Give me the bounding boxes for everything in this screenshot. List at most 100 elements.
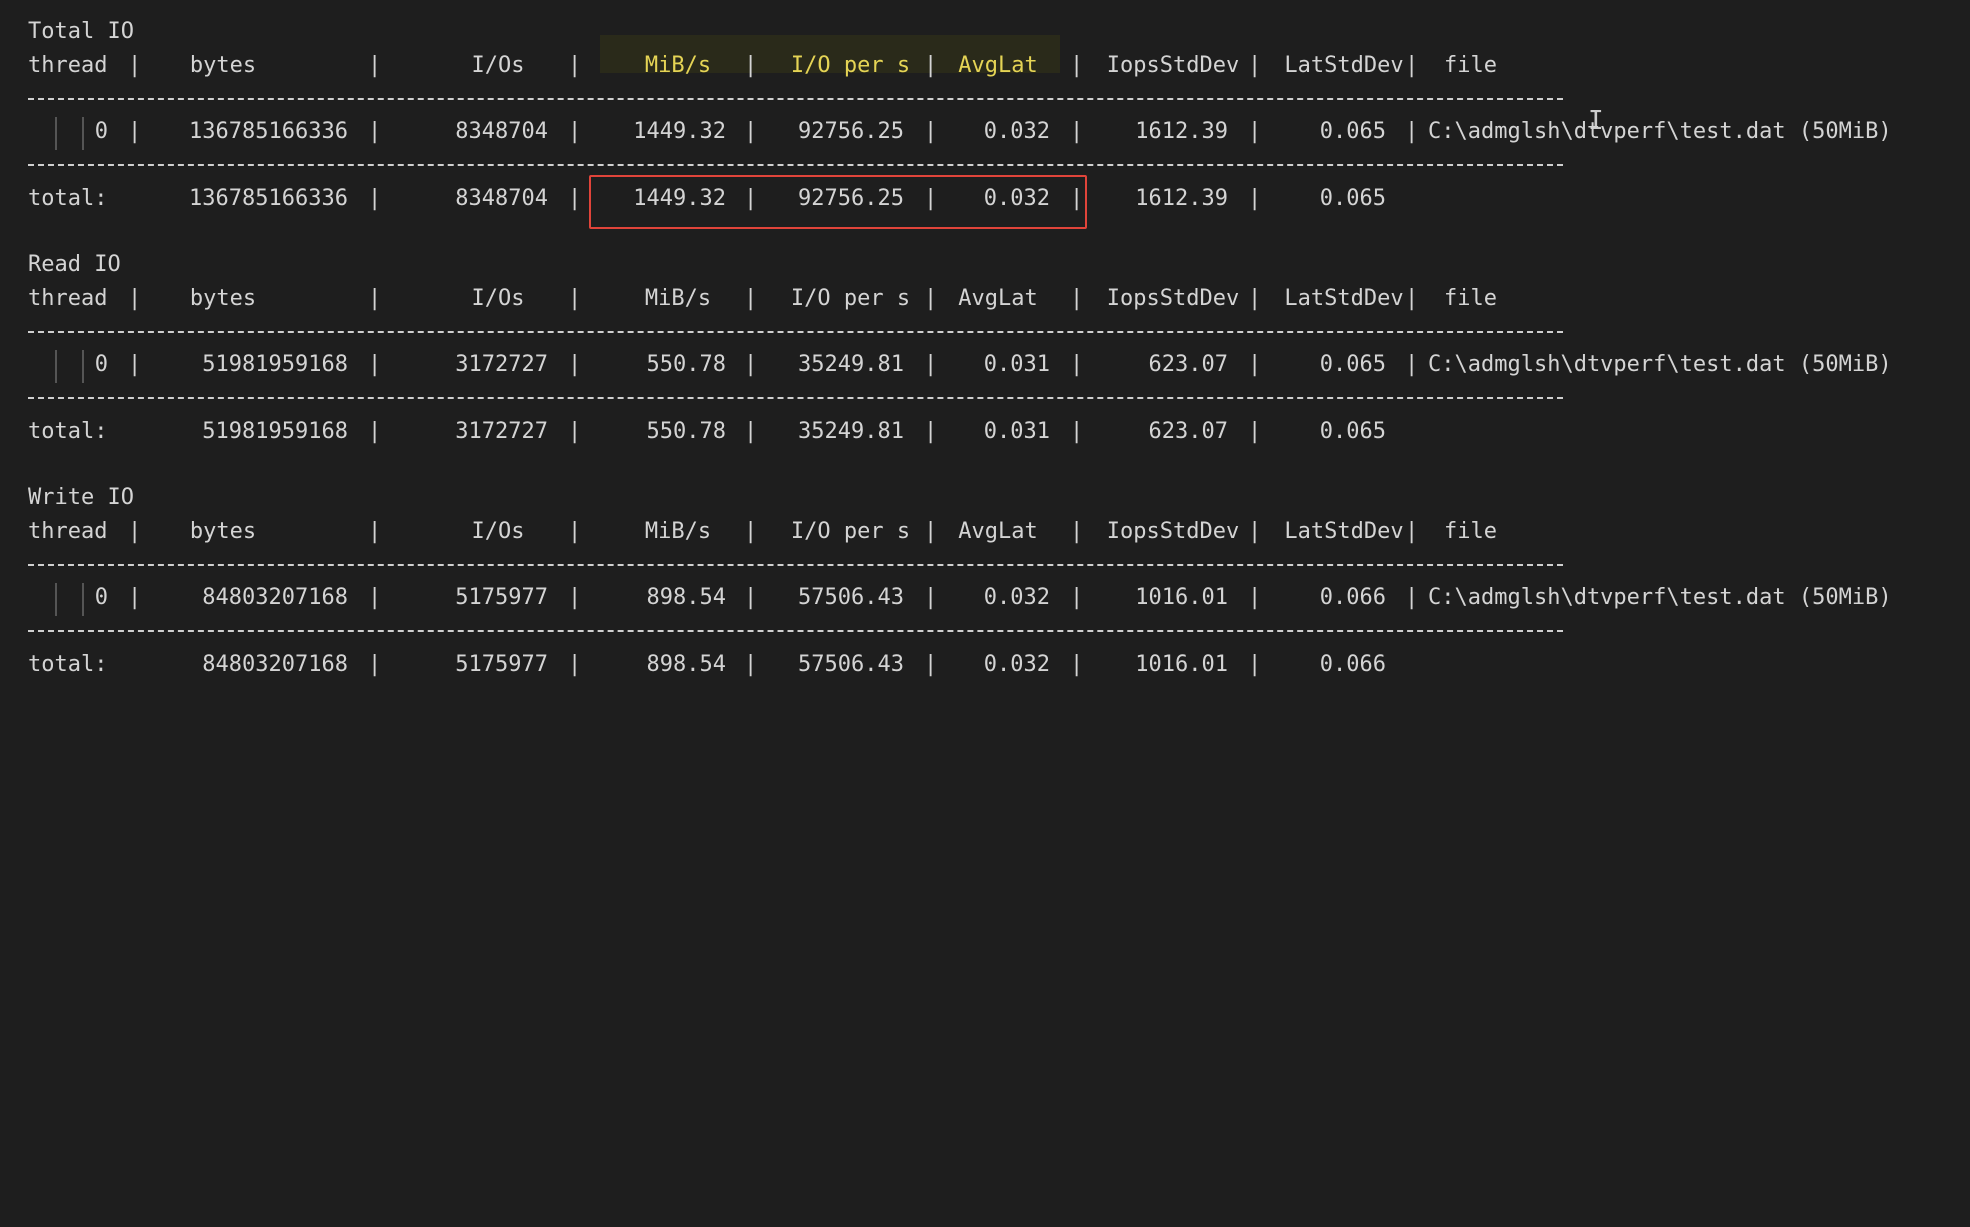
cell-iops: 35249.81 [798, 352, 904, 377]
column-separator: | [128, 53, 142, 78]
total-avglat: 0.032 [983, 186, 1050, 211]
table-header-row: thread | bytes | I/Os | MiB/s | I/O per … [28, 49, 1497, 83]
column-separator: | [924, 519, 938, 544]
header-iopsstddev: IopsStdDev [1106, 286, 1240, 311]
total-iopsstddev: 1612.39 [1135, 186, 1228, 211]
column-separator: | [924, 352, 938, 377]
total-iops: 35249.81 [798, 419, 904, 444]
header-latstddev: LatStdDev [1284, 286, 1404, 311]
cell-iops: 92756.25 [798, 119, 904, 144]
header-iopsstddev: IopsStdDev [1106, 53, 1240, 78]
column-separator: | [1070, 119, 1084, 144]
header-iopsstddev: IopsStdDev [1106, 519, 1240, 544]
column-separator: | [744, 419, 758, 444]
column-separator: | [1405, 286, 1419, 311]
column-separator: | [568, 652, 582, 677]
total-label: total: [28, 186, 108, 211]
column-separator: | [568, 286, 582, 311]
table-header-row: thread | bytes | I/Os | MiB/s | I/O per … [28, 282, 1497, 316]
header-mibs: MiB/s [644, 519, 712, 544]
column-separator: | [1248, 652, 1262, 677]
cell-avglat: 0.032 [983, 119, 1050, 144]
column-separator: | [1248, 53, 1262, 78]
column-separator: | [1405, 585, 1419, 610]
header-avglat: AvgLat [958, 53, 1038, 78]
section-title: Write IO [28, 485, 134, 510]
column-separator: | [924, 186, 938, 211]
column-separator: | [128, 519, 142, 544]
cell-thread: 0 [94, 585, 108, 610]
column-separator: | [1070, 186, 1084, 211]
total-latstddev: 0.066 [1319, 652, 1386, 677]
column-separator: | [744, 53, 758, 78]
column-separator: | [368, 352, 382, 377]
column-separator: | [568, 186, 582, 211]
total-latstddev: 0.065 [1319, 419, 1386, 444]
column-separator: | [744, 652, 758, 677]
separator-line [28, 331, 1563, 333]
header-latstddev: LatStdDev [1284, 519, 1404, 544]
cell-ios: 8348704 [455, 119, 548, 144]
column-separator: | [1248, 419, 1262, 444]
column-separator: | [924, 119, 938, 144]
column-separator: | [1070, 519, 1084, 544]
total-mibs: 1449.32 [633, 186, 726, 211]
cell-bytes: 84803207168 [202, 585, 348, 610]
total-bytes: 136785166336 [189, 186, 348, 211]
column-separator: | [1070, 652, 1084, 677]
table-row: 0 | 84803207168 | 5175977 | 898.54 | 575… [28, 581, 1892, 615]
header-thread: thread [28, 53, 108, 78]
header-file: file [1444, 286, 1497, 311]
total-ios: 5175977 [455, 652, 548, 677]
column-separator: | [1248, 186, 1262, 211]
total-row: total: 84803207168 | 5175977 | 898.54 | … [28, 648, 1386, 682]
column-separator: | [128, 119, 142, 144]
column-separator: | [924, 419, 938, 444]
column-separator: | [1070, 585, 1084, 610]
column-separator: | [368, 585, 382, 610]
total-row: total: 51981959168 | 3172727 | 550.78 | … [28, 415, 1386, 449]
column-separator: | [568, 585, 582, 610]
column-separator: | [924, 652, 938, 677]
column-separator: | [568, 519, 582, 544]
header-file: file [1444, 53, 1497, 78]
column-separator: | [744, 585, 758, 610]
separator-line [28, 630, 1563, 632]
column-separator: | [744, 286, 758, 311]
column-separator: | [128, 286, 142, 311]
cell-latstddev: 0.066 [1319, 585, 1386, 610]
column-separator: | [368, 286, 382, 311]
column-separator: | [368, 652, 382, 677]
cell-latstddev: 0.065 [1319, 119, 1386, 144]
header-iops: I/O per s [790, 519, 911, 544]
header-avglat: AvgLat [958, 286, 1038, 311]
column-separator: | [1248, 352, 1262, 377]
cell-file: C:\admglsh\dtvperf\test.dat (50MiB) [1428, 585, 1892, 610]
section-title: Read IO [28, 252, 121, 277]
table-row: 0 | 51981959168 | 3172727 | 550.78 | 352… [28, 348, 1892, 382]
cell-thread: 0 [94, 119, 108, 144]
header-iops: I/O per s [790, 53, 911, 78]
total-mibs: 898.54 [646, 652, 726, 677]
header-avglat: AvgLat [958, 519, 1038, 544]
header-mibs: MiB/s [644, 286, 712, 311]
total-avglat: 0.031 [983, 419, 1050, 444]
cell-mibs: 898.54 [646, 585, 726, 610]
header-ios: I/Os [471, 286, 525, 311]
cell-ios: 3172727 [455, 352, 548, 377]
column-separator: | [368, 419, 382, 444]
cell-thread: 0 [94, 352, 108, 377]
cell-ios: 5175977 [455, 585, 548, 610]
total-label: total: [28, 652, 108, 677]
column-separator: | [744, 186, 758, 211]
column-separator: | [744, 119, 758, 144]
column-separator: | [1405, 119, 1419, 144]
cell-iopsstddev: 1016.01 [1135, 585, 1228, 610]
column-separator: | [744, 352, 758, 377]
column-separator: | [368, 186, 382, 211]
cell-bytes: 51981959168 [202, 352, 348, 377]
cell-iops: 57506.43 [798, 585, 904, 610]
total-avglat: 0.032 [983, 652, 1050, 677]
terminal-output: I Total IO thread | bytes | I/Os | MiB/s… [0, 0, 1970, 710]
total-latstddev: 0.065 [1319, 186, 1386, 211]
